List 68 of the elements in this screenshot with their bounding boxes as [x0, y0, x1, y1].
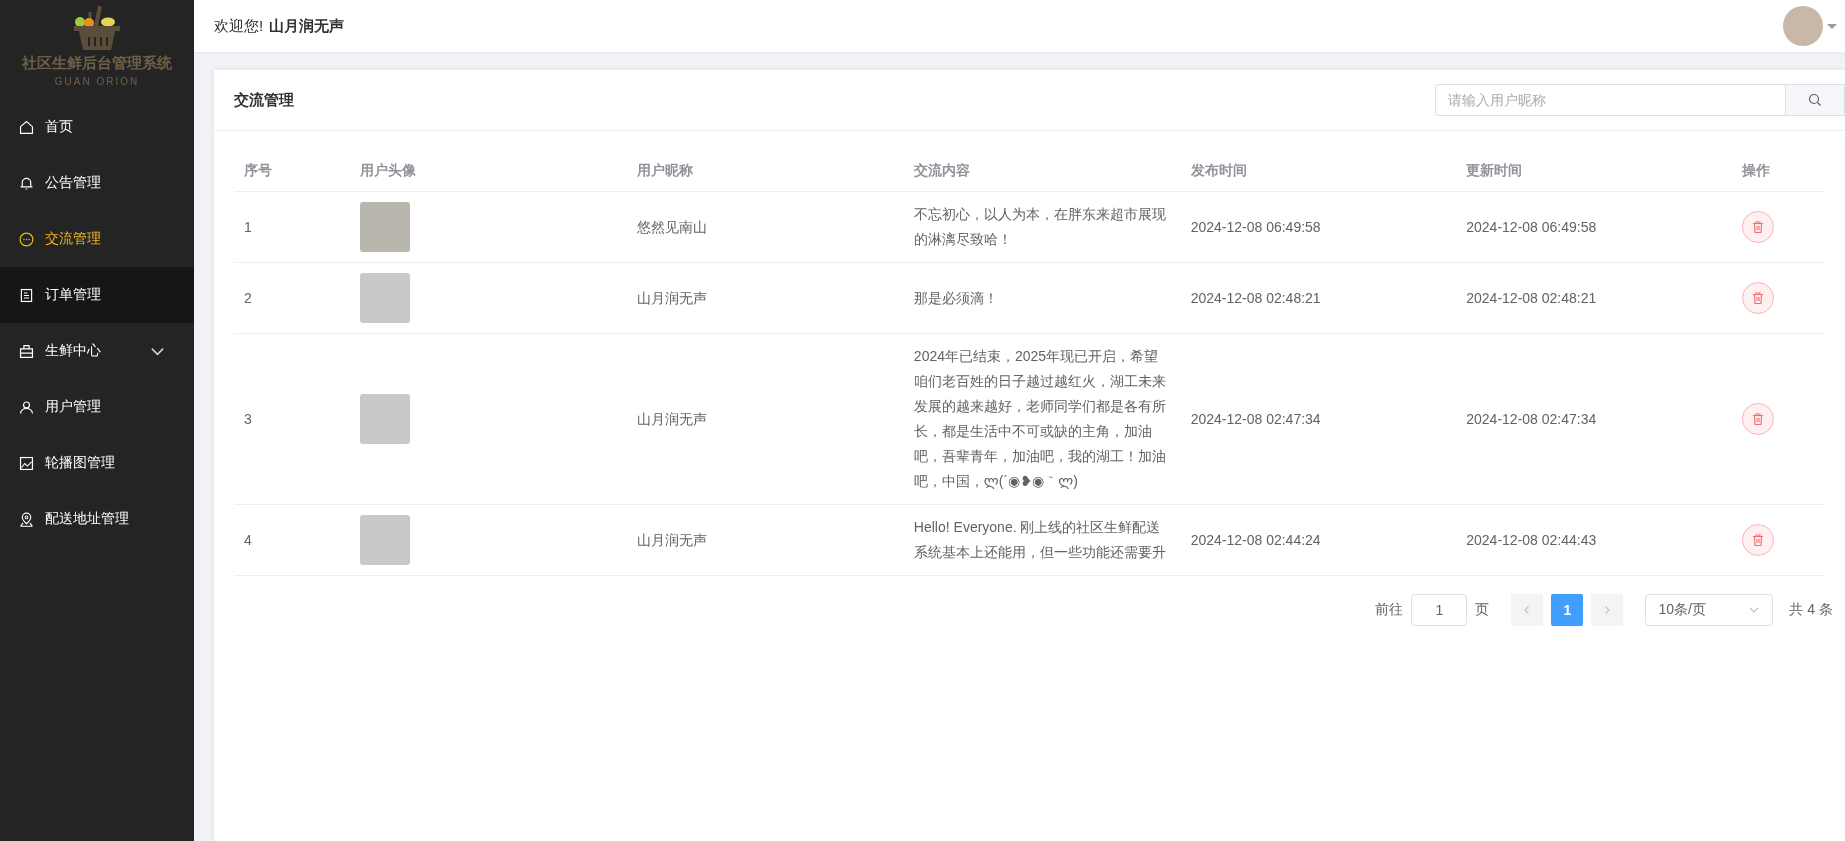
avatar-photo-placeholder	[360, 273, 411, 323]
sidebar-item[interactable]: 轮播图管理	[0, 435, 194, 491]
column-header: 更新时间	[1456, 151, 1732, 192]
trash-icon	[1750, 533, 1765, 547]
column-header: 序号	[234, 151, 351, 192]
trash-icon	[1750, 291, 1765, 305]
search-icon	[1808, 93, 1822, 107]
bag-icon	[18, 342, 35, 360]
app-title: 社区生鲜后台管理系统	[22, 54, 172, 73]
column-header: 用户昵称	[627, 151, 904, 192]
chat-bubble-icon	[18, 230, 35, 248]
table-cell: 山月润无声	[637, 289, 708, 306]
card-title: 交流管理	[234, 90, 294, 110]
table-cell: Hello! Everyone. 刚上线的社区生鲜配送系统基本上还能用，但一些功能还需要升	[913, 519, 1166, 560]
table-cell: 悠然见南山	[637, 218, 708, 235]
trash-icon	[1750, 412, 1765, 426]
sidebar-item[interactable]: 公告管理	[0, 155, 194, 211]
table-cell: 山月润无声	[637, 410, 708, 427]
table-cell: 不忘初心，以人为本，在胖东来超市展现的淋漓尽致哈！	[913, 206, 1166, 247]
table-cell: 2	[244, 289, 252, 306]
trash-icon	[1750, 220, 1765, 234]
table-cell: 2024-12-08 02:47:34	[1466, 410, 1597, 427]
table-cell: 那是必须滴！	[913, 289, 998, 306]
document-icon	[18, 286, 35, 304]
table-cell: 2024-12-08 02:47:34	[1190, 410, 1321, 427]
sidebar-item[interactable]: 订单管理	[0, 267, 194, 323]
avatar-photo-placeholder	[360, 515, 411, 565]
sidebar-item[interactable]: 配送地址管理	[0, 491, 194, 547]
sidebar-item[interactable]: 交流管理	[0, 211, 194, 267]
delete-button[interactable]	[1741, 524, 1774, 556]
sidebar-item[interactable]: 生鲜中心	[0, 323, 194, 379]
table-cell: 1	[244, 218, 252, 235]
sidebar-item[interactable]: 用户管理	[0, 379, 194, 435]
table-cell: 2024-12-08 06:49:58	[1466, 218, 1597, 235]
table-cell: 2024-12-08 02:44:24	[1190, 531, 1321, 548]
delete-button[interactable]	[1741, 211, 1774, 243]
username-text: 山月润无声	[269, 16, 345, 36]
user-avatar[interactable]	[1783, 6, 1823, 46]
page-label: 页	[1475, 601, 1490, 619]
user-icon	[18, 398, 35, 416]
goto-label: 前往	[1375, 601, 1404, 619]
sidebar-item[interactable]: 首页	[0, 99, 194, 155]
column-header: 发布时间	[1180, 151, 1457, 192]
search-field[interactable]: 请输入用户昵称	[1435, 84, 1785, 116]
table-cell: 2024-12-08 02:48:21	[1190, 289, 1321, 306]
table-cell: 3	[244, 410, 252, 427]
location-pin-icon	[18, 510, 35, 528]
table-cell: 2024-12-08 02:44:43	[1466, 531, 1597, 548]
delete-button[interactable]	[1741, 403, 1774, 435]
table-cell: 2024-12-08 06:49:58	[1190, 218, 1321, 235]
avatar-photo-placeholder	[360, 394, 411, 444]
search-button[interactable]	[1785, 84, 1845, 116]
avatar-photo-placeholder	[360, 202, 411, 252]
column-header: 用户头像	[350, 151, 628, 192]
home-icon	[18, 118, 35, 136]
column-header: 交流内容	[903, 151, 1181, 192]
greeting-text: 欢迎您!	[214, 16, 264, 36]
table-cell: 4	[244, 531, 252, 548]
table-cell: 2024-12-08 02:48:21	[1466, 289, 1597, 306]
app-subtitle: GUAN ORION	[54, 76, 140, 87]
page-size-select[interactable]: 10条/页	[1645, 594, 1774, 626]
picture-icon	[18, 454, 35, 472]
delete-button[interactable]	[1741, 282, 1774, 314]
table-cell: 山月润无声	[637, 531, 708, 548]
total-count: 共 4 条	[1789, 601, 1833, 619]
table-cell: 2024年已结束，2025年现已开启，希望咱们老百姓的日子越过越红火，湖工未来发展的越来越好，老师同学们都是各有所长，都是生活中不可或缺的主角，加油吧，吾辈青年，加油吧，我的湖工！加油吧，中国，ლ(´◉❥◉｀ლ)	[913, 348, 1166, 489]
column-header: 操作	[1731, 151, 1825, 192]
goto-page-field[interactable]: 1	[1411, 594, 1468, 626]
